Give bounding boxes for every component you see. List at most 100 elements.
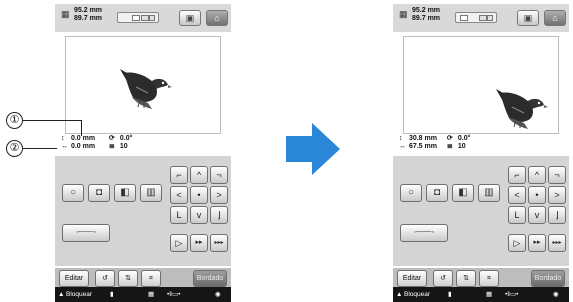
move-up-button[interactable]: ^ bbox=[528, 166, 546, 184]
align-button[interactable]: ◦───◦ bbox=[62, 224, 110, 242]
color-count-icon: ≣ bbox=[446, 143, 453, 150]
embroidery-button[interactable]: Bordado bbox=[531, 270, 565, 287]
scale-button[interactable]: ◘ bbox=[88, 184, 110, 202]
mirror-icon: ◧ bbox=[458, 187, 468, 198]
move-down-right-button[interactable]: ⌋ bbox=[210, 206, 228, 224]
rotation-value: 0.0° bbox=[457, 135, 471, 142]
density-button[interactable]: ▥ bbox=[478, 184, 500, 202]
sort-colors-button[interactable]: ⇅ bbox=[456, 270, 476, 287]
step-speed-1-button[interactable]: ▷ bbox=[170, 234, 188, 252]
home-button[interactable]: ⌂ bbox=[544, 10, 566, 26]
bird-design bbox=[496, 89, 548, 129]
embroidery-canvas[interactable] bbox=[403, 36, 559, 134]
control-panel: ○ ◘ ◧ ▥ ◦───◦ ⌐ ^ ¬ < • > L v ⌋ ▷ ▸▸ ▸▸▸ bbox=[393, 156, 569, 266]
step-speed-2-button[interactable]: ▸▸ bbox=[190, 234, 208, 252]
step-speed-3-button[interactable]: ▸▸▸ bbox=[548, 234, 566, 252]
density-button[interactable]: ▥ bbox=[140, 184, 162, 202]
move-down-button[interactable]: v bbox=[528, 206, 546, 224]
embroidery-canvas[interactable] bbox=[65, 36, 221, 134]
y-position: 30.8 mm bbox=[408, 135, 437, 142]
memory-icon: ▦ bbox=[148, 291, 155, 298]
move-up-right-button[interactable]: ¬ bbox=[210, 166, 228, 184]
step-speed-2-button[interactable]: ▸▸ bbox=[528, 234, 546, 252]
trial-button[interactable]: ⌗ bbox=[141, 270, 161, 287]
trial-button[interactable]: ⌗ bbox=[479, 270, 499, 287]
move-center-button[interactable]: • bbox=[528, 186, 546, 204]
lock-icon: ▲ bbox=[58, 291, 65, 298]
scale-icon: ◘ bbox=[95, 187, 103, 198]
move-center-button[interactable]: • bbox=[190, 186, 208, 204]
undo-button[interactable]: ↺ bbox=[95, 270, 115, 287]
lock-label[interactable]: Bloquear bbox=[66, 287, 92, 302]
color-count-icon: ≣ bbox=[108, 143, 115, 150]
settings-icon[interactable]: ◉ bbox=[553, 287, 559, 302]
move-right-button[interactable]: > bbox=[210, 186, 228, 204]
size-height: 89.7 mm bbox=[412, 15, 441, 22]
rotate-button[interactable]: ○ bbox=[62, 184, 84, 202]
edit-button[interactable]: Editar bbox=[59, 270, 89, 287]
size-width: 95.2 mm bbox=[412, 7, 441, 14]
move-down-button[interactable]: v bbox=[190, 206, 208, 224]
size-readout: 95.2 mm 89.7 mm bbox=[74, 7, 102, 23]
document-icon: ▮ bbox=[110, 291, 114, 298]
frame-icon: ⌗ bbox=[149, 275, 153, 282]
rotate-icon: ○ bbox=[69, 187, 77, 198]
move-right-button[interactable]: > bbox=[548, 186, 566, 204]
sort-colors-button[interactable]: ⇅ bbox=[118, 270, 138, 287]
step-speed-3-button[interactable]: ▸▸▸ bbox=[210, 234, 228, 252]
lock-icon: ▲ bbox=[396, 291, 403, 298]
color-count: 10 bbox=[119, 143, 128, 150]
move-left-button[interactable]: < bbox=[508, 186, 526, 204]
document-icon: ▮ bbox=[448, 291, 452, 298]
align-icon: ◦───◦ bbox=[414, 229, 434, 236]
lock-label[interactable]: Bloquear bbox=[404, 287, 430, 302]
embroidery-button[interactable]: Bordado bbox=[193, 270, 227, 287]
color-count: 10 bbox=[457, 143, 466, 150]
mirror-button[interactable]: ◧ bbox=[114, 184, 136, 202]
step-speed-1-button[interactable]: ▷ bbox=[508, 234, 526, 252]
top-bar: ▦ 95.2 mm 89.7 mm ▣ ⌂ bbox=[393, 4, 569, 32]
callout-one: ① bbox=[6, 112, 23, 129]
y-axis-icon: ↕ bbox=[399, 135, 403, 142]
x-position: 0.0 mm bbox=[70, 143, 96, 150]
density-icon: ▥ bbox=[146, 187, 156, 198]
move-up-button[interactable]: ^ bbox=[190, 166, 208, 184]
rotate-button[interactable]: ○ bbox=[400, 184, 422, 202]
mirror-icon: ◧ bbox=[120, 187, 130, 198]
move-up-left-button[interactable]: ⌐ bbox=[508, 166, 526, 184]
align-icon: ◦───◦ bbox=[76, 229, 96, 236]
mirror-button[interactable]: ◧ bbox=[452, 184, 474, 202]
rotate-icon: ○ bbox=[407, 187, 415, 198]
y-position: 0.0 mm bbox=[70, 135, 96, 142]
undo-icon: ↺ bbox=[102, 275, 108, 282]
thread-icon: •‖▭• bbox=[167, 291, 181, 298]
home-button[interactable]: ⌂ bbox=[206, 10, 228, 26]
move-up-right-button[interactable]: ¬ bbox=[548, 166, 566, 184]
move-up-left-button[interactable]: ⌐ bbox=[170, 166, 188, 184]
hoop-indicator-icon bbox=[117, 12, 159, 23]
y-axis-icon: ↕ bbox=[61, 135, 65, 142]
settings-icon[interactable]: ◉ bbox=[215, 287, 221, 302]
edit-button[interactable]: Editar bbox=[397, 270, 427, 287]
undo-button[interactable]: ↺ bbox=[433, 270, 453, 287]
callout-one-line-vertical bbox=[81, 120, 82, 136]
size-readout: 95.2 mm 89.7 mm bbox=[412, 7, 440, 23]
size-height: 89.7 mm bbox=[74, 15, 103, 22]
callout-one-line bbox=[23, 120, 81, 121]
sort-icon: ⇅ bbox=[463, 275, 469, 282]
align-button[interactable]: ◦───◦ bbox=[400, 224, 448, 242]
rotation-icon: ⟳ bbox=[446, 135, 453, 142]
top-bar: ▦ 95.2 mm 89.7 mm ▣ ⌂ bbox=[55, 4, 231, 32]
image-view-button[interactable]: ▣ bbox=[517, 10, 539, 26]
move-down-right-button[interactable]: ⌋ bbox=[548, 206, 566, 224]
move-left-button[interactable]: < bbox=[170, 186, 188, 204]
status-bar: ▲ Bloquear ▮ ▦ •‖▭• ◉ bbox=[393, 287, 569, 302]
frame-icon: ⌗ bbox=[487, 275, 491, 282]
position-readout: ↕ 0.0 mm ⟳ 0.0° ↔ 0.0 mm ≣ 10 bbox=[61, 135, 132, 151]
move-down-left-button[interactable]: L bbox=[170, 206, 188, 224]
scale-button[interactable]: ◘ bbox=[426, 184, 448, 202]
image-view-button[interactable]: ▣ bbox=[179, 10, 201, 26]
rotation-icon: ⟳ bbox=[108, 135, 115, 142]
move-down-left-button[interactable]: L bbox=[508, 206, 526, 224]
screen-after: ▦ 95.2 mm 89.7 mm ▣ ⌂ ↕ 30.8 mm ⟳ 0.0° ↔… bbox=[393, 4, 569, 302]
